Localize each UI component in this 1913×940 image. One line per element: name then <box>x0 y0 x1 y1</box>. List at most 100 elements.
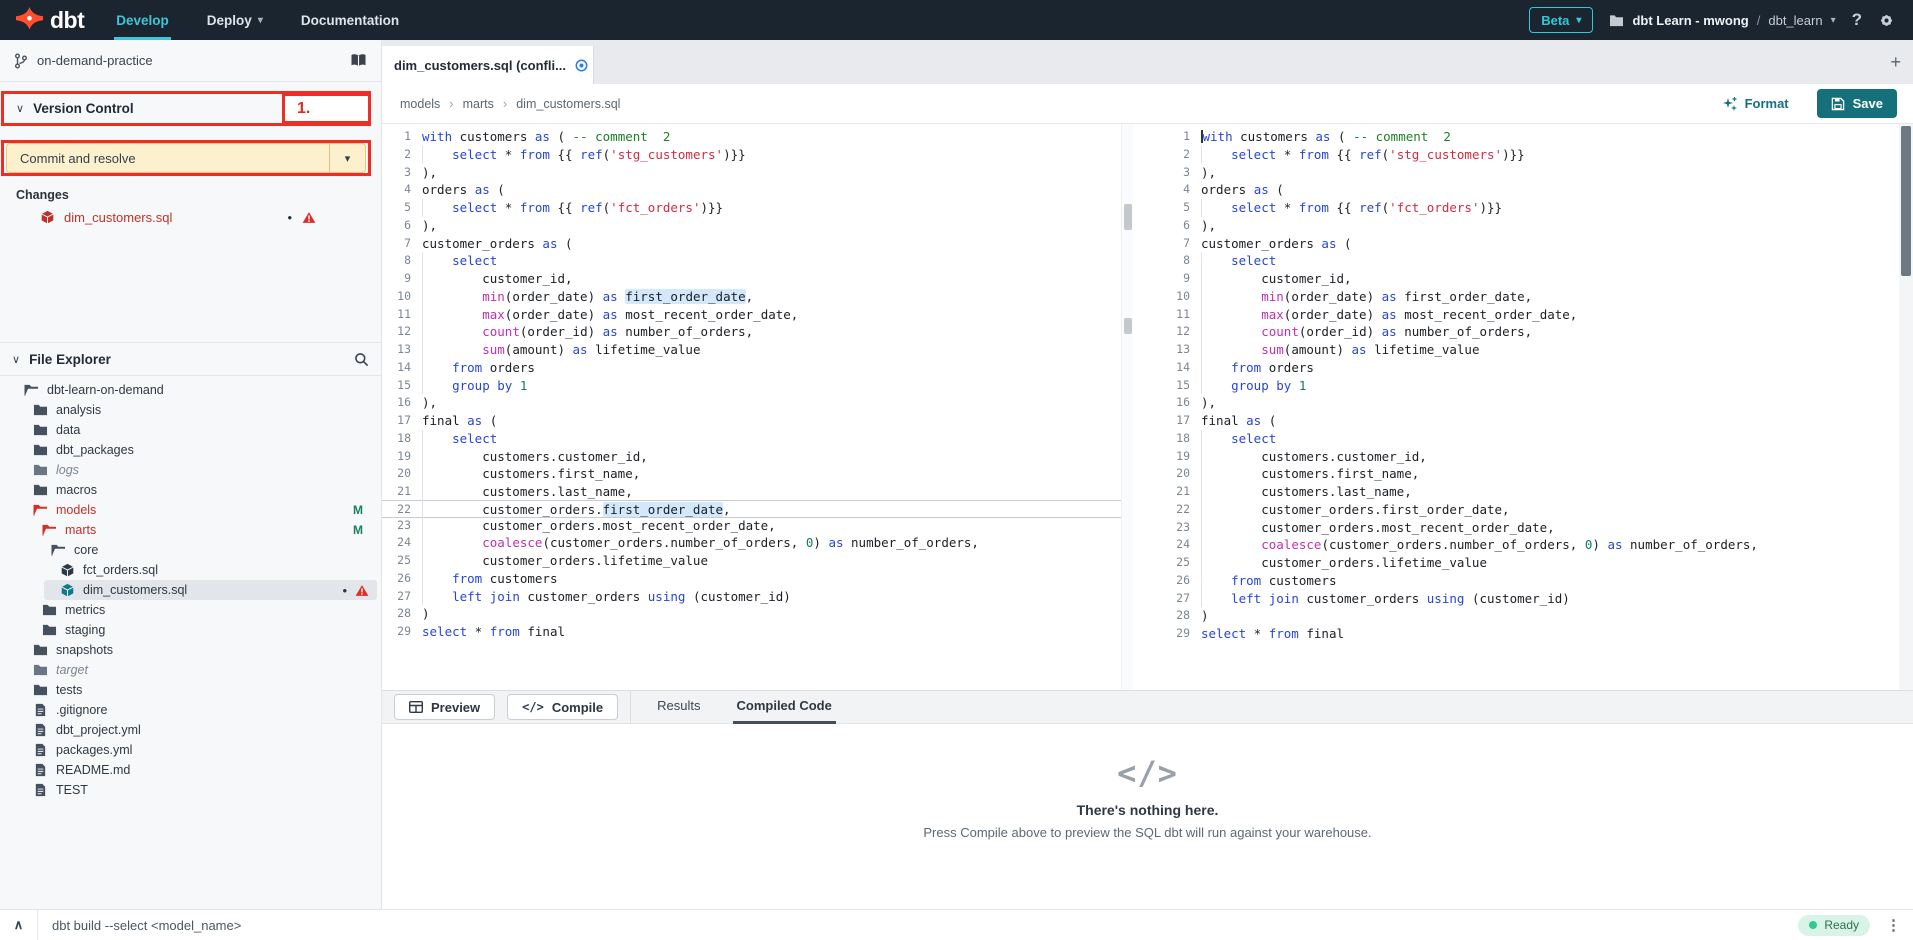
settings-gear-button[interactable] <box>1878 12 1895 29</box>
code-line-8[interactable]: 8 select <box>1155 252 1899 270</box>
code-line-13[interactable]: 13 sum(amount) as lifetime_value <box>1155 341 1899 359</box>
left-pane-scrollbar[interactable] <box>1121 124 1133 690</box>
help-button[interactable]: ? <box>1852 10 1862 30</box>
code-line-12[interactable]: 12 count(order_id) as number_of_orders, <box>382 323 1121 341</box>
tree-item-macros[interactable]: macros <box>0 480 381 500</box>
code-line-17[interactable]: 17final as ( <box>1155 412 1899 430</box>
tree-item-dbt-learn-on-demand[interactable]: dbt-learn-on-demand <box>0 380 381 400</box>
code-line-24[interactable]: 24 coalesce(customer_orders.number_of_or… <box>1155 536 1899 554</box>
tree-item-test[interactable]: TEST <box>0 780 381 800</box>
code-line-27[interactable]: 27 left join customer_orders using (cust… <box>1155 590 1899 608</box>
scrollbar-thumb[interactable] <box>1124 318 1132 334</box>
code-line-29[interactable]: 29select * from final <box>382 623 1121 641</box>
code-line-13[interactable]: 13 sum(amount) as lifetime_value <box>382 341 1121 359</box>
editor-pane-left[interactable]: 1with customers as ( -- comment 22 selec… <box>382 124 1121 690</box>
beta-dropdown[interactable]: Beta▾ <box>1529 7 1593 33</box>
code-line-7[interactable]: 7customer_orders as ( <box>382 235 1121 253</box>
kebab-menu-icon[interactable]: ⋮ <box>1886 916 1901 934</box>
code-line-11[interactable]: 11 max(order_date) as most_recent_order_… <box>382 306 1121 324</box>
code-line-18[interactable]: 18 select <box>382 430 1121 448</box>
code-line-4[interactable]: 4orders as ( <box>1155 181 1899 199</box>
code-line-25[interactable]: 25 customer_orders.lifetime_value <box>1155 554 1899 572</box>
breadcrumb-item[interactable]: dim_customers.sql <box>516 97 620 111</box>
tree-item-marts[interactable]: martsM <box>0 520 381 540</box>
code-line-28[interactable]: 28) <box>382 605 1121 623</box>
code-line-9[interactable]: 9 customer_id, <box>1155 270 1899 288</box>
commit-and-resolve-button[interactable]: Commit and resolve ▾ <box>6 143 366 173</box>
code-line-20[interactable]: 20 customers.first_name, <box>1155 465 1899 483</box>
git-branch-selector[interactable]: on-demand-practice <box>0 40 381 82</box>
account-breadcrumb[interactable]: dbt Learn - mwong / dbt_learn ▾ <box>1609 13 1835 28</box>
code-line-25[interactable]: 25 customer_orders.lifetime_value <box>382 552 1121 570</box>
code-line-3[interactable]: 3), <box>1155 164 1899 182</box>
dbt-logo[interactable]: dbt <box>0 0 114 40</box>
code-line-5[interactable]: 5 select * from {{ ref('fct_orders')}} <box>382 199 1121 217</box>
code-line-8[interactable]: 8 select <box>382 252 1121 270</box>
code-line-12[interactable]: 12 count(order_id) as number_of_orders, <box>1155 323 1899 341</box>
tab-results[interactable]: Results <box>653 690 704 724</box>
scrollbar-thumb[interactable] <box>1901 126 1911 276</box>
code-line-16[interactable]: 16), <box>382 394 1121 412</box>
code-line-1[interactable]: 1with customers as ( -- comment 2 <box>382 128 1121 146</box>
scrollbar-thumb[interactable] <box>1124 204 1132 230</box>
tree-item-target[interactable]: target <box>0 660 381 680</box>
code-line-15[interactable]: 15 group by 1 <box>382 377 1121 395</box>
nav-documentation[interactable]: Documentation <box>299 0 401 40</box>
code-line-6[interactable]: 6), <box>1155 217 1899 235</box>
tab-compiled-code[interactable]: Compiled Code <box>733 690 836 724</box>
tree-item-tests[interactable]: tests <box>0 680 381 700</box>
code-line-2[interactable]: 2 select * from {{ ref('stg_customers')}… <box>382 146 1121 164</box>
code-line-5[interactable]: 5 select * from {{ ref('fct_orders')}} <box>1155 199 1899 217</box>
file-explorer-section-header[interactable]: ∨ File Explorer <box>0 342 381 376</box>
editor-pane-right[interactable]: 1with customers as ( -- comment 22 selec… <box>1155 124 1899 690</box>
code-line-17[interactable]: 17final as ( <box>382 412 1121 430</box>
command-input[interactable]: dbt build --select <model_name> <box>52 918 1798 933</box>
code-line-3[interactable]: 3), <box>382 164 1121 182</box>
code-line-18[interactable]: 18 select <box>1155 430 1899 448</box>
save-button[interactable]: Save <box>1817 89 1897 118</box>
tree-item-analysis[interactable]: analysis <box>0 400 381 420</box>
compile-button[interactable]: </> Compile <box>507 694 618 720</box>
expand-chevron-up-icon[interactable]: ∧ <box>0 910 38 940</box>
code-line-19[interactable]: 19 customers.customer_id, <box>382 448 1121 466</box>
tree-item-dbt-packages[interactable]: dbt_packages <box>0 440 381 460</box>
tab-dim-customers[interactable]: dim_customers.sql (confli... <box>382 46 594 84</box>
code-line-1[interactable]: 1with customers as ( -- comment 2 <box>1155 128 1899 146</box>
tree-item-staging[interactable]: staging <box>0 620 381 640</box>
tree-item-dbt-project-yml[interactable]: dbt_project.yml <box>0 720 381 740</box>
code-line-23[interactable]: 23 customer_orders.most_recent_order_dat… <box>382 517 1121 535</box>
code-line-10[interactable]: 10 min(order_date) as first_order_date, <box>1155 288 1899 306</box>
code-line-2[interactable]: 2 select * from {{ ref('stg_customers')}… <box>1155 146 1899 164</box>
docs-book-icon[interactable] <box>350 53 367 68</box>
code-line-29[interactable]: 29select * from final <box>1155 625 1899 643</box>
code-line-22[interactable]: 22 customer_orders.first_order_date, <box>382 500 1121 518</box>
code-line-28[interactable]: 28) <box>1155 607 1899 625</box>
tree-item-data[interactable]: data <box>0 420 381 440</box>
code-line-26[interactable]: 26 from customers <box>382 570 1121 588</box>
code-line-11[interactable]: 11 max(order_date) as most_recent_order_… <box>1155 306 1899 324</box>
code-line-27[interactable]: 27 left join customer_orders using (cust… <box>382 588 1121 606</box>
code-line-16[interactable]: 16), <box>1155 394 1899 412</box>
code-line-26[interactable]: 26 from customers <box>1155 572 1899 590</box>
right-pane-scrollbar[interactable] <box>1899 124 1913 690</box>
breadcrumb-item[interactable]: marts <box>463 97 494 111</box>
search-icon[interactable] <box>354 352 369 367</box>
code-line-6[interactable]: 6), <box>382 217 1121 235</box>
code-line-4[interactable]: 4orders as ( <box>382 181 1121 199</box>
tree-item-dim-customers-sql[interactable]: dim_customers.sql• <box>44 580 377 600</box>
tree-item-core[interactable]: core <box>0 540 381 560</box>
tree-item-fct-orders-sql[interactable]: fct_orders.sql <box>0 560 381 580</box>
tree-item-models[interactable]: modelsM <box>0 500 381 520</box>
nav-develop[interactable]: Develop <box>114 0 171 40</box>
breadcrumb-item[interactable]: models <box>400 97 440 111</box>
changed-file-item[interactable]: dim_customers.sql• <box>0 206 382 228</box>
code-line-22[interactable]: 22 customer_orders.first_order_date, <box>1155 501 1899 519</box>
commit-dropdown-chevron[interactable]: ▾ <box>329 144 365 172</box>
code-line-14[interactable]: 14 from orders <box>382 359 1121 377</box>
code-line-20[interactable]: 20 customers.first_name, <box>382 465 1121 483</box>
code-line-21[interactable]: 21 customers.last_name, <box>1155 483 1899 501</box>
code-line-10[interactable]: 10 min(order_date) as first_order_date, <box>382 288 1121 306</box>
new-tab-plus-icon[interactable]: + <box>1890 52 1901 73</box>
tree-item-packages-yml[interactable]: packages.yml <box>0 740 381 760</box>
code-line-14[interactable]: 14 from orders <box>1155 359 1899 377</box>
